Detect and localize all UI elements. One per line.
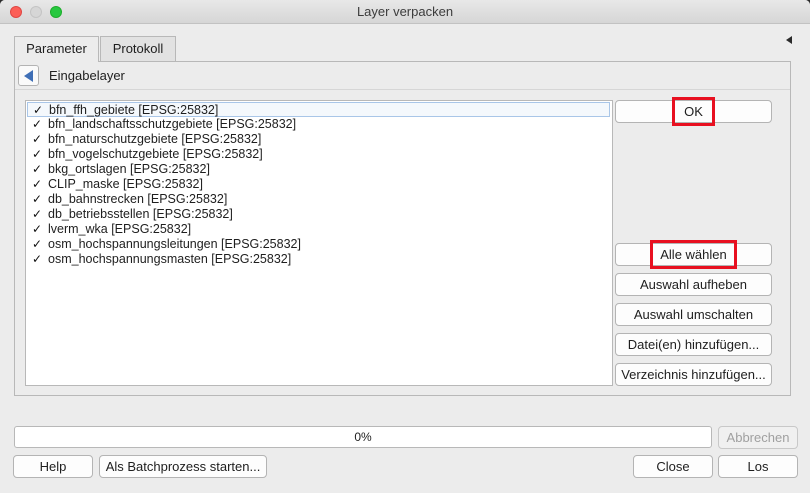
layer-checkbox[interactable]: ✓ bbox=[31, 223, 43, 235]
clear-selection-button[interactable]: Auswahl aufheben bbox=[615, 273, 772, 296]
layer-checkbox[interactable]: ✓ bbox=[31, 253, 43, 265]
layer-list-item[interactable]: ✓ lverm_wka [EPSG:25832] bbox=[27, 222, 610, 237]
layer-list-item[interactable]: ✓ bfn_naturschutzgebiete [EPSG:25832] bbox=[27, 132, 610, 147]
layer-label: CLIP_maske [EPSG:25832] bbox=[48, 177, 203, 191]
progress-bar: 0% bbox=[14, 426, 712, 448]
layer-label: osm_hochspannungsleitungen [EPSG:25832] bbox=[48, 237, 301, 251]
layer-checkbox[interactable]: ✓ bbox=[31, 133, 43, 145]
parameter-panel: Eingabelayer ✓ bfn_ffh_gebiete [EPSG:2583… bbox=[14, 61, 791, 396]
add-directory-button[interactable]: Verzeichnis hinzufügen... bbox=[615, 363, 772, 386]
layer-checkbox[interactable]: ✓ bbox=[31, 208, 43, 220]
layer-label: db_betriebsstellen [EPSG:25832] bbox=[48, 207, 233, 221]
layer-checkbox[interactable]: ✓ bbox=[31, 238, 43, 250]
back-button[interactable] bbox=[18, 65, 39, 86]
ok-highlight-box bbox=[672, 97, 715, 126]
panel-header: Eingabelayer bbox=[15, 62, 790, 90]
close-button[interactable]: Close bbox=[633, 455, 713, 478]
tab-protokoll[interactable]: Protokoll bbox=[100, 36, 176, 61]
cancel-button[interactable]: Abbrechen bbox=[718, 426, 798, 449]
layer-checkbox[interactable]: ✓ bbox=[31, 148, 43, 160]
layer-list-item[interactable]: ✓ CLIP_maske [EPSG:25832] bbox=[27, 177, 610, 192]
help-button[interactable]: Help bbox=[13, 455, 93, 478]
layer-label: db_bahnstrecken [EPSG:25832] bbox=[48, 192, 228, 206]
layer-checkbox[interactable]: ✓ bbox=[31, 118, 43, 130]
layer-label: bkg_ortslagen [EPSG:25832] bbox=[48, 162, 210, 176]
layer-list-item[interactable]: ✓ bkg_ortslagen [EPSG:25832] bbox=[27, 162, 610, 177]
layer-checkbox[interactable]: ✓ bbox=[32, 104, 44, 116]
panel-title: Eingabelayer bbox=[49, 68, 125, 83]
batch-process-button[interactable]: Als Batchprozess starten... bbox=[99, 455, 267, 478]
layer-list[interactable]: ✓ bfn_ffh_gebiete [EPSG:25832] ✓ bfn_landsc… bbox=[25, 100, 613, 386]
tab-parameter[interactable]: Parameter bbox=[14, 36, 99, 62]
layer-label: bfn_landschaftsschutzgebiete [EPSG:25832… bbox=[48, 117, 297, 131]
collapse-panel-arrow-icon[interactable] bbox=[786, 36, 792, 44]
layer-list-item[interactable]: ✓ db_betriebsstellen [EPSG:25832] bbox=[27, 207, 610, 222]
layer-checkbox[interactable]: ✓ bbox=[31, 163, 43, 175]
layer-checkbox[interactable]: ✓ bbox=[31, 193, 43, 205]
layer-list-item[interactable]: ✓ bfn_landschaftsschutzgebiete [EPSG:2583… bbox=[27, 117, 610, 132]
title-bar: Layer verpacken bbox=[0, 0, 810, 24]
select-all-highlight-box bbox=[650, 240, 737, 269]
add-files-button[interactable]: Datei(en) hinzufügen... bbox=[615, 333, 772, 356]
layer-list-item[interactable]: ✓ bfn_ffh_gebiete [EPSG:25832] bbox=[27, 102, 610, 117]
layer-label: lverm_wka [EPSG:25832] bbox=[48, 222, 192, 236]
layer-label: bfn_ffh_gebiete [EPSG:25832] bbox=[49, 103, 219, 117]
layer-list-item[interactable]: ✓ osm_hochspannungsmasten [EPSG:25832] bbox=[27, 252, 610, 267]
layer-label: osm_hochspannungsmasten [EPSG:25832] bbox=[48, 252, 292, 266]
window-title: Layer verpacken bbox=[356, 4, 454, 19]
run-button[interactable]: Los bbox=[718, 455, 798, 478]
progress-text: 0% bbox=[354, 430, 372, 444]
layer-list-item[interactable]: ✓ db_bahnstrecken [EPSG:25832] bbox=[27, 192, 610, 207]
back-arrow-icon bbox=[24, 70, 33, 82]
layer-checkbox[interactable]: ✓ bbox=[31, 178, 43, 190]
layer-list-item[interactable]: ✓ bfn_vogelschutzgebiete [EPSG:25832] bbox=[27, 147, 610, 162]
toggle-selection-button[interactable]: Auswahl umschalten bbox=[615, 303, 772, 326]
dialog-window: Layer verpacken Parameter Protokoll Eing… bbox=[0, 0, 810, 493]
layer-label: bfn_naturschutzgebiete [EPSG:25832] bbox=[48, 132, 262, 146]
layer-label: bfn_vogelschutzgebiete [EPSG:25832] bbox=[48, 147, 263, 161]
layer-list-item[interactable]: ✓ osm_hochspannungsleitungen [EPSG:25832] bbox=[27, 237, 610, 252]
